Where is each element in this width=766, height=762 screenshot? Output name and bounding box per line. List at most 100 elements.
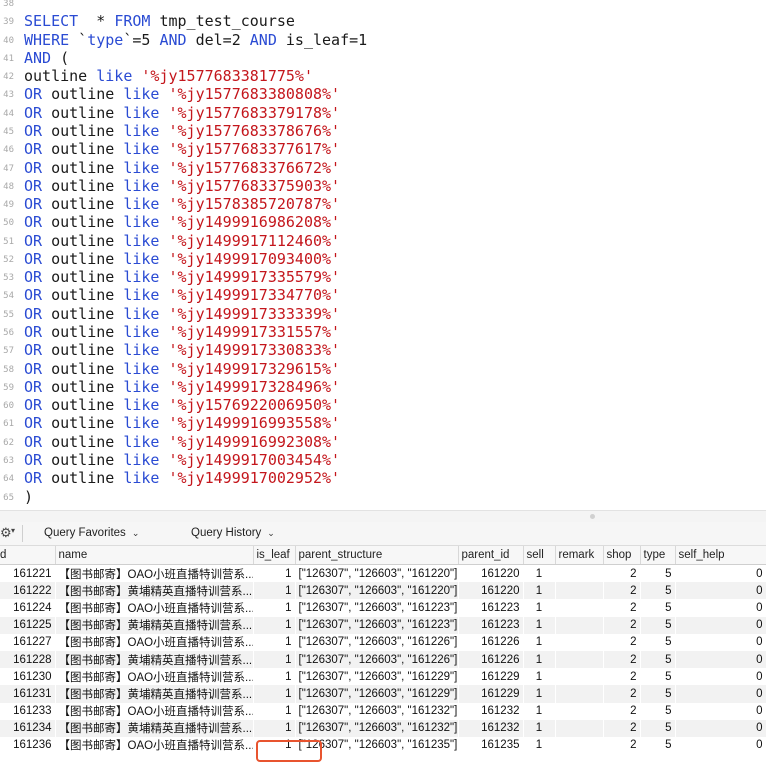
- table-cell[interactable]: [555, 702, 603, 720]
- code-line[interactable]: 56 OR outline like '%jy1499917331557%': [0, 323, 766, 341]
- table-cell[interactable]: 161228: [0, 650, 55, 669]
- table-cell[interactable]: 161223: [458, 599, 523, 617]
- table-cell[interactable]: 5: [640, 564, 675, 583]
- code-line[interactable]: 55 OR outline like '%jy1499917333339%': [0, 305, 766, 323]
- table-cell[interactable]: ["126307", "126603", "161223"]: [295, 599, 458, 617]
- table-cell[interactable]: 5: [640, 599, 675, 617]
- table-row[interactable]: 161227 【图书邮寄】OAO小班直播特训营系... 1 ["126307", "1…: [0, 633, 766, 651]
- code-line[interactable]: 54 OR outline like '%jy1499917334770%': [0, 286, 766, 304]
- table-cell[interactable]: 2: [603, 650, 640, 669]
- table-cell[interactable]: 161226: [458, 633, 523, 651]
- code-line[interactable]: 42 outline like '%jy1577683381775%': [0, 67, 766, 85]
- table-cell[interactable]: 161232: [458, 719, 523, 737]
- table-row[interactable]: 161234 【图书邮寄】黄埔精英直播特训营系... 1 ["126307", "12…: [0, 719, 766, 737]
- table-cell[interactable]: [555, 616, 603, 634]
- table-cell[interactable]: 1: [253, 736, 295, 755]
- query-history-button[interactable]: Query History ⌄: [191, 527, 275, 539]
- table-cell[interactable]: 1: [253, 616, 295, 634]
- table-cell[interactable]: 【图书邮寄】OAO小班直播特训营系...: [55, 702, 253, 720]
- table-cell[interactable]: [555, 736, 603, 755]
- table-cell[interactable]: 1: [523, 736, 555, 755]
- table-cell[interactable]: 161223: [458, 616, 523, 634]
- table-cell[interactable]: 1: [523, 650, 555, 669]
- table-cell[interactable]: 161235: [458, 736, 523, 755]
- code-line[interactable]: 43 OR outline like '%jy1577683380808%': [0, 85, 766, 103]
- table-cell[interactable]: 0: [675, 650, 766, 669]
- column-header-d[interactable]: d: [0, 546, 56, 565]
- column-header-parent-id[interactable]: parent_id: [458, 546, 524, 565]
- table-cell[interactable]: 1: [253, 668, 295, 686]
- table-cell[interactable]: 161222: [0, 582, 55, 600]
- table-cell[interactable]: 【图书邮寄】OAO小班直播特训营系...: [55, 736, 253, 755]
- table-cell[interactable]: 2: [603, 702, 640, 720]
- code-line[interactable]: 50 OR outline like '%jy1499916986208%': [0, 213, 766, 231]
- table-cell[interactable]: 161220: [458, 582, 523, 600]
- code-line[interactable]: 63 OR outline like '%jy1499917003454%': [0, 451, 766, 469]
- table-cell[interactable]: 5: [640, 582, 675, 600]
- table-cell[interactable]: 0: [675, 685, 766, 703]
- table-cell[interactable]: [555, 582, 603, 600]
- table-cell[interactable]: 5: [640, 736, 675, 755]
- code-line[interactable]: 58 OR outline like '%jy1499917329615%': [0, 360, 766, 378]
- table-row[interactable]: 161236 【图书邮寄】OAO小班直播特训营系... 1 ["126307", "1…: [0, 736, 766, 755]
- table-cell[interactable]: 161234: [0, 719, 55, 737]
- column-header-self-help[interactable]: self_help: [675, 546, 766, 565]
- table-cell[interactable]: 1: [523, 633, 555, 651]
- table-cell[interactable]: 0: [675, 616, 766, 634]
- table-cell[interactable]: 5: [640, 719, 675, 737]
- table-cell[interactable]: 0: [675, 564, 766, 583]
- table-cell[interactable]: [555, 685, 603, 703]
- code-line[interactable]: 62 OR outline like '%jy1499916992308%': [0, 433, 766, 451]
- table-cell[interactable]: 2: [603, 719, 640, 737]
- table-cell[interactable]: 5: [640, 650, 675, 669]
- table-cell[interactable]: 【图书邮寄】OAO小班直播特训营系...: [55, 633, 253, 651]
- table-cell[interactable]: 1: [523, 668, 555, 686]
- table-cell[interactable]: 2: [603, 582, 640, 600]
- table-cell[interactable]: 161224: [0, 599, 55, 617]
- table-row[interactable]: 161224 【图书邮寄】OAO小班直播特训营系... 1 ["126307", "1…: [0, 599, 766, 617]
- table-row[interactable]: 161222 【图书邮寄】黄埔精英直播特训营系... 1 ["126307", "12…: [0, 582, 766, 600]
- column-header-is-leaf[interactable]: is_leaf: [253, 546, 296, 565]
- table-cell[interactable]: 0: [675, 736, 766, 755]
- table-cell[interactable]: 161220: [458, 564, 523, 583]
- table-cell[interactable]: 161229: [458, 685, 523, 703]
- table-cell[interactable]: 161233: [0, 702, 55, 720]
- table-cell[interactable]: 5: [640, 616, 675, 634]
- column-header-remark[interactable]: remark: [555, 546, 604, 565]
- table-cell[interactable]: 【图书邮寄】OAO小班直播特训营系...: [55, 599, 253, 617]
- table-row[interactable]: 161233 【图书邮寄】OAO小班直播特训营系... 1 ["126307", "1…: [0, 702, 766, 720]
- table-cell[interactable]: [555, 719, 603, 737]
- table-cell[interactable]: 161226: [458, 650, 523, 669]
- table-cell[interactable]: 2: [603, 736, 640, 755]
- column-header-name[interactable]: name: [55, 546, 254, 565]
- table-row[interactable]: 161228 【图书邮寄】黄埔精英直播特训营系... 1 ["126307", "12…: [0, 650, 766, 669]
- table-cell[interactable]: 1: [523, 685, 555, 703]
- code-line[interactable]: 61 OR outline like '%jy1499916993558%': [0, 414, 766, 432]
- code-line[interactable]: 46 OR outline like '%jy1577683377617%': [0, 140, 766, 158]
- table-cell[interactable]: ["126307", "126603", "161220"]: [295, 582, 458, 600]
- table-row[interactable]: 161225 【图书邮寄】黄埔精英直播特训营系... 1 ["126307", "12…: [0, 616, 766, 634]
- table-cell[interactable]: ["126307", "126603", "161223"]: [295, 616, 458, 634]
- table-cell[interactable]: 0: [675, 702, 766, 720]
- table-cell[interactable]: 161221: [0, 564, 55, 583]
- table-cell[interactable]: 1: [523, 616, 555, 634]
- table-cell[interactable]: 【图书邮寄】黄埔精英直播特训营系...: [55, 685, 253, 703]
- table-cell[interactable]: 【图书邮寄】黄埔精英直播特训营系...: [55, 582, 253, 600]
- table-cell[interactable]: 【图书邮寄】黄埔精英直播特训营系...: [55, 650, 253, 669]
- column-header-type[interactable]: type: [640, 546, 676, 565]
- column-header-shop[interactable]: shop: [603, 546, 641, 565]
- table-cell[interactable]: 0: [675, 668, 766, 686]
- code-line[interactable]: 57 OR outline like '%jy1499917330833%': [0, 341, 766, 359]
- code-line[interactable]: 45 OR outline like '%jy1577683378676%': [0, 122, 766, 140]
- table-cell[interactable]: 5: [640, 633, 675, 651]
- table-cell[interactable]: 1: [523, 719, 555, 737]
- sql-editor[interactable]: 38 39 SELECT * FROM tmp_test_course 40 WHERE…: [0, 0, 766, 510]
- code-line[interactable]: 49 OR outline like '%jy1578385720787%': [0, 195, 766, 213]
- table-cell[interactable]: 161227: [0, 633, 55, 651]
- table-cell[interactable]: 1: [523, 582, 555, 600]
- code-line[interactable]: 47 OR outline like '%jy1577683376672%': [0, 159, 766, 177]
- table-cell[interactable]: 2: [603, 564, 640, 583]
- table-cell[interactable]: 1: [253, 582, 295, 600]
- table-cell[interactable]: ["126307", "126603", "161232"]: [295, 719, 458, 737]
- table-cell[interactable]: 【图书邮寄】黄埔精英直播特训营系...: [55, 616, 253, 634]
